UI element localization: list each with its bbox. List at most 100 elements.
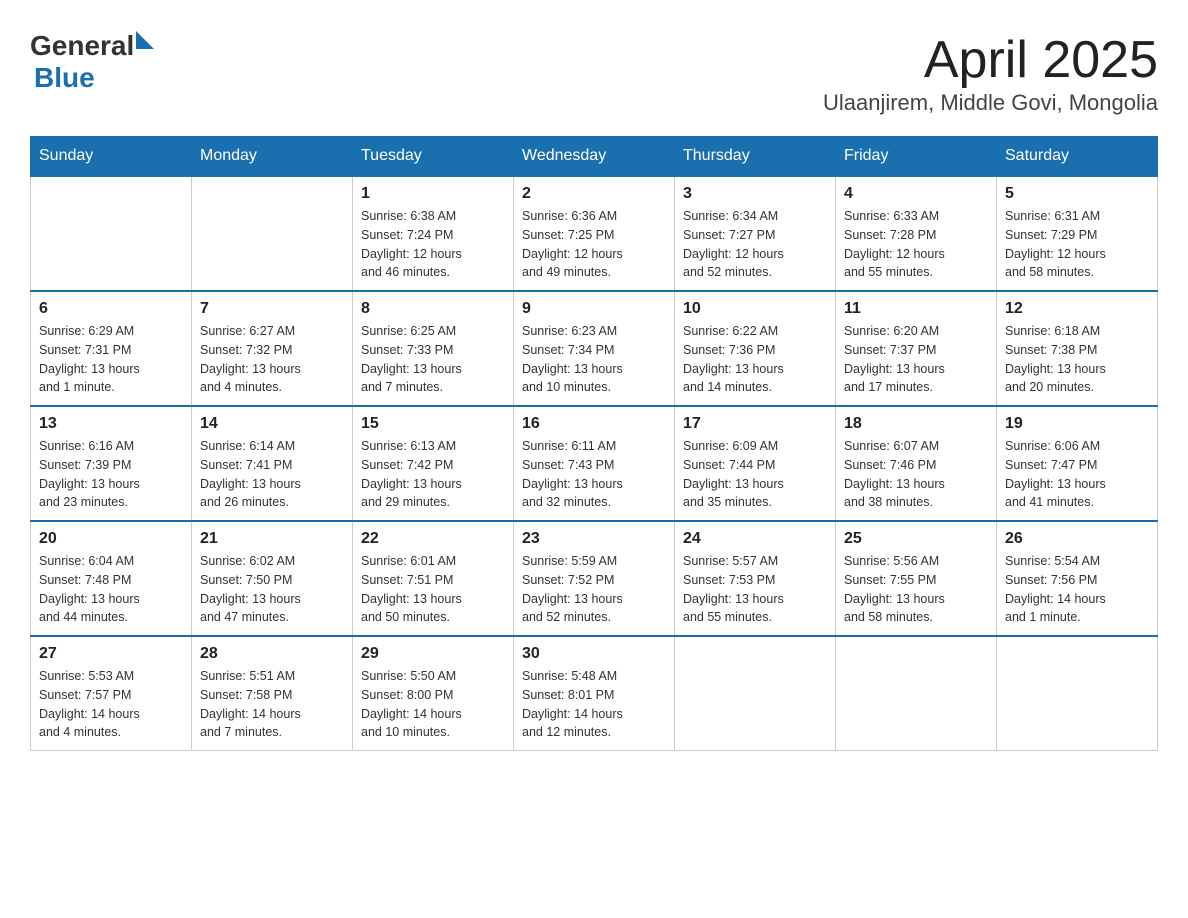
week-row-4: 20 Sunrise: 6:04 AM Sunset: 7:48 PM Dayli… xyxy=(31,521,1158,636)
calendar-cell: 27 Sunrise: 5:53 AM Sunset: 7:57 PM Dayli… xyxy=(31,636,192,751)
calendar-cell: 3 Sunrise: 6:34 AM Sunset: 7:27 PM Daylig… xyxy=(675,176,836,291)
day-number: 11 xyxy=(844,300,988,318)
calendar-cell: 11 Sunrise: 6:20 AM Sunset: 7:37 PM Dayli… xyxy=(836,291,997,406)
day-info: Sunrise: 6:38 AM Sunset: 7:24 PM Dayligh… xyxy=(361,207,505,282)
calendar-cell: 16 Sunrise: 6:11 AM Sunset: 7:43 PM Dayli… xyxy=(514,406,675,521)
day-info: Sunrise: 6:13 AM Sunset: 7:42 PM Dayligh… xyxy=(361,437,505,512)
weekday-header-thursday: Thursday xyxy=(675,137,836,177)
calendar-cell: 12 Sunrise: 6:18 AM Sunset: 7:38 PM Dayli… xyxy=(997,291,1158,406)
day-number: 15 xyxy=(361,415,505,433)
week-row-3: 13 Sunrise: 6:16 AM Sunset: 7:39 PM Dayli… xyxy=(31,406,1158,521)
day-number: 13 xyxy=(39,415,183,433)
calendar-cell: 2 Sunrise: 6:36 AM Sunset: 7:25 PM Daylig… xyxy=(514,176,675,291)
page-header: General Blue April 2025 Ulaanjirem, Midd… xyxy=(30,30,1158,116)
day-number: 6 xyxy=(39,300,183,318)
day-number: 23 xyxy=(522,530,666,548)
day-info: Sunrise: 6:25 AM Sunset: 7:33 PM Dayligh… xyxy=(361,322,505,397)
day-number: 21 xyxy=(200,530,344,548)
calendar-cell: 15 Sunrise: 6:13 AM Sunset: 7:42 PM Dayli… xyxy=(353,406,514,521)
day-number: 14 xyxy=(200,415,344,433)
day-info: Sunrise: 6:04 AM Sunset: 7:48 PM Dayligh… xyxy=(39,552,183,627)
calendar-cell: 17Sunrise: 6:09 AM Sunset: 7:44 PM Dayli… xyxy=(675,406,836,521)
week-row-5: 27 Sunrise: 5:53 AM Sunset: 7:57 PM Dayli… xyxy=(31,636,1158,751)
main-title: April 2025 xyxy=(823,30,1158,90)
calendar-header: SundayMondayTuesdayWednesdayThursdayFrid… xyxy=(31,137,1158,177)
day-info: Sunrise: 5:53 AM Sunset: 7:57 PM Dayligh… xyxy=(39,667,183,742)
calendar-cell: 26 Sunrise: 5:54 AM Sunset: 7:56 PM Dayli… xyxy=(997,521,1158,636)
week-row-1: 1 Sunrise: 6:38 AM Sunset: 7:24 PM Daylig… xyxy=(31,176,1158,291)
calendar-cell: 13 Sunrise: 6:16 AM Sunset: 7:39 PM Dayli… xyxy=(31,406,192,521)
day-info: Sunrise: 5:57 AM Sunset: 7:53 PM Dayligh… xyxy=(683,552,827,627)
day-number: 16 xyxy=(522,415,666,433)
calendar-cell: 19Sunrise: 6:06 AM Sunset: 7:47 PM Dayli… xyxy=(997,406,1158,521)
calendar-cell: 30Sunrise: 5:48 AM Sunset: 8:01 PM Dayli… xyxy=(514,636,675,751)
day-number: 2 xyxy=(522,185,666,203)
day-info: Sunrise: 5:50 AM Sunset: 8:00 PM Dayligh… xyxy=(361,667,505,742)
day-number: 18 xyxy=(844,415,988,433)
weekday-header-wednesday: Wednesday xyxy=(514,137,675,177)
day-number: 1 xyxy=(361,185,505,203)
day-info: Sunrise: 5:54 AM Sunset: 7:56 PM Dayligh… xyxy=(1005,552,1149,627)
calendar-cell: 22Sunrise: 6:01 AM Sunset: 7:51 PM Dayli… xyxy=(353,521,514,636)
day-number: 20 xyxy=(39,530,183,548)
weekday-header-saturday: Saturday xyxy=(997,137,1158,177)
day-info: Sunrise: 6:27 AM Sunset: 7:32 PM Dayligh… xyxy=(200,322,344,397)
day-number: 9 xyxy=(522,300,666,318)
day-info: Sunrise: 6:20 AM Sunset: 7:37 PM Dayligh… xyxy=(844,322,988,397)
day-number: 29 xyxy=(361,645,505,663)
day-number: 19 xyxy=(1005,415,1149,433)
day-info: Sunrise: 6:01 AM Sunset: 7:51 PM Dayligh… xyxy=(361,552,505,627)
weekday-header-friday: Friday xyxy=(836,137,997,177)
weekday-header-tuesday: Tuesday xyxy=(353,137,514,177)
weekday-header-sunday: Sunday xyxy=(31,137,192,177)
day-number: 26 xyxy=(1005,530,1149,548)
calendar-cell: 6Sunrise: 6:29 AM Sunset: 7:31 PM Daylig… xyxy=(31,291,192,406)
day-info: Sunrise: 5:56 AM Sunset: 7:55 PM Dayligh… xyxy=(844,552,988,627)
day-info: Sunrise: 6:18 AM Sunset: 7:38 PM Dayligh… xyxy=(1005,322,1149,397)
calendar-cell xyxy=(836,636,997,751)
day-info: Sunrise: 6:23 AM Sunset: 7:34 PM Dayligh… xyxy=(522,322,666,397)
calendar-cell: 8 Sunrise: 6:25 AM Sunset: 7:33 PM Daylig… xyxy=(353,291,514,406)
calendar-cell xyxy=(192,176,353,291)
logo-general: General xyxy=(30,30,134,62)
day-number: 24 xyxy=(683,530,827,548)
day-number: 28 xyxy=(200,645,344,663)
day-number: 4 xyxy=(844,185,988,203)
day-number: 27 xyxy=(39,645,183,663)
day-number: 3 xyxy=(683,185,827,203)
calendar-cell: 10Sunrise: 6:22 AM Sunset: 7:36 PM Dayli… xyxy=(675,291,836,406)
day-info: Sunrise: 6:36 AM Sunset: 7:25 PM Dayligh… xyxy=(522,207,666,282)
weekday-header-row: SundayMondayTuesdayWednesdayThursdayFrid… xyxy=(31,137,1158,177)
calendar-cell: 25Sunrise: 5:56 AM Sunset: 7:55 PM Dayli… xyxy=(836,521,997,636)
day-number: 10 xyxy=(683,300,827,318)
day-info: Sunrise: 6:02 AM Sunset: 7:50 PM Dayligh… xyxy=(200,552,344,627)
calendar-cell xyxy=(997,636,1158,751)
day-number: 30 xyxy=(522,645,666,663)
calendar-table: SundayMondayTuesdayWednesdayThursdayFrid… xyxy=(30,136,1158,751)
calendar-cell xyxy=(31,176,192,291)
day-info: Sunrise: 5:51 AM Sunset: 7:58 PM Dayligh… xyxy=(200,667,344,742)
calendar-cell: 29 Sunrise: 5:50 AM Sunset: 8:00 PM Dayli… xyxy=(353,636,514,751)
day-info: Sunrise: 6:34 AM Sunset: 7:27 PM Dayligh… xyxy=(683,207,827,282)
day-number: 17 xyxy=(683,415,827,433)
calendar-cell: 7Sunrise: 6:27 AM Sunset: 7:32 PM Daylig… xyxy=(192,291,353,406)
day-info: Sunrise: 6:16 AM Sunset: 7:39 PM Dayligh… xyxy=(39,437,183,512)
calendar-cell: 14 Sunrise: 6:14 AM Sunset: 7:41 PM Dayli… xyxy=(192,406,353,521)
logo-blue: Blue xyxy=(34,62,95,94)
calendar-cell xyxy=(675,636,836,751)
calendar-cell: 24 Sunrise: 5:57 AM Sunset: 7:53 PM Dayli… xyxy=(675,521,836,636)
calendar-cell: 20 Sunrise: 6:04 AM Sunset: 7:48 PM Dayli… xyxy=(31,521,192,636)
calendar-cell: 9 Sunrise: 6:23 AM Sunset: 7:34 PM Daylig… xyxy=(514,291,675,406)
day-info: Sunrise: 6:14 AM Sunset: 7:41 PM Dayligh… xyxy=(200,437,344,512)
title-area: April 2025 Ulaanjirem, Middle Govi, Mong… xyxy=(823,30,1158,116)
calendar-cell: 1 Sunrise: 6:38 AM Sunset: 7:24 PM Daylig… xyxy=(353,176,514,291)
logo: General Blue xyxy=(30,30,154,94)
day-number: 8 xyxy=(361,300,505,318)
calendar-cell: 28 Sunrise: 5:51 AM Sunset: 7:58 PM Dayli… xyxy=(192,636,353,751)
day-number: 12 xyxy=(1005,300,1149,318)
subtitle: Ulaanjirem, Middle Govi, Mongolia xyxy=(823,90,1158,116)
weekday-header-monday: Monday xyxy=(192,137,353,177)
day-info: Sunrise: 6:31 AM Sunset: 7:29 PM Dayligh… xyxy=(1005,207,1149,282)
day-info: Sunrise: 6:11 AM Sunset: 7:43 PM Dayligh… xyxy=(522,437,666,512)
calendar-cell: 4Sunrise: 6:33 AM Sunset: 7:28 PM Daylig… xyxy=(836,176,997,291)
